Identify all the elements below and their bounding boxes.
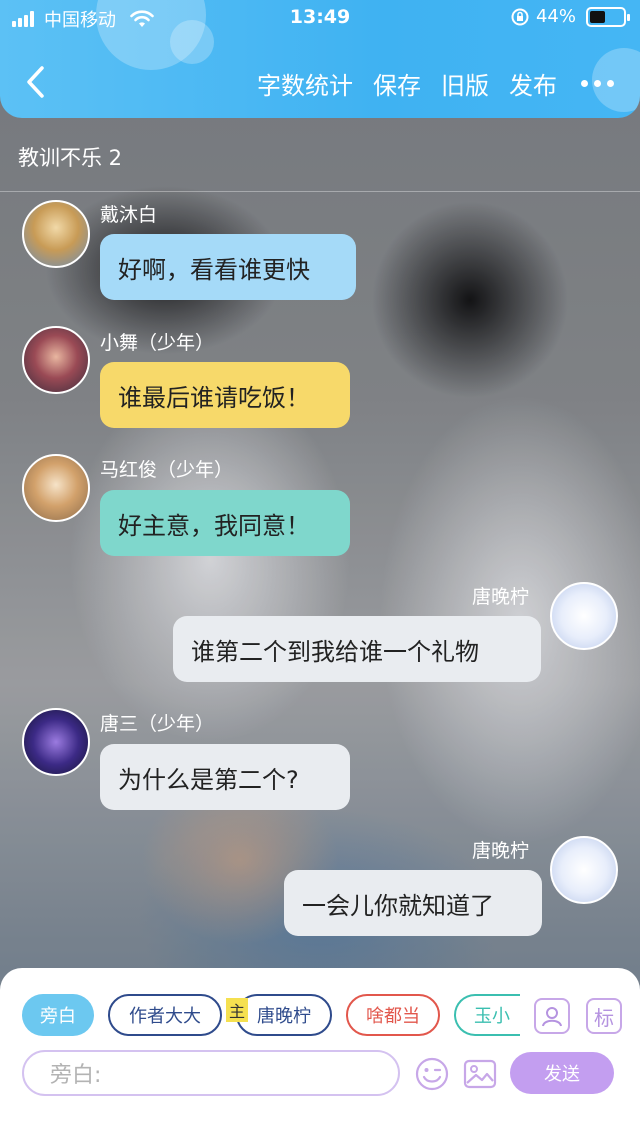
battery-icon [586,6,630,27]
top-bar: 中国移动 13:49 44% 字数统计 保存 旧版 发布 [0,0,640,118]
role-chip-anything[interactable]: 啥都当 [346,994,440,1036]
avatar[interactable] [550,836,618,904]
role-chip-narration[interactable]: 旁白 [22,994,94,1036]
input-placeholder: 旁白: [50,1063,102,1088]
role-chip-yu[interactable]: 玉小 [454,994,520,1036]
speaker-name: 小舞（少年） [100,332,215,354]
character-icon[interactable] [534,998,570,1034]
publish-button[interactable]: 发布 [509,66,557,101]
speaker-name: 马红俊（少年） [100,459,234,481]
emoji-icon[interactable] [414,1056,450,1092]
message-bubble: 为什么是第二个? [100,744,350,810]
mark-button[interactable]: 标 [586,998,622,1034]
message-bubble: 一会儿你就知道了 [284,870,542,936]
speaker-name: 唐晚柠 [472,840,530,862]
speaker-name: 唐三（少年） [100,713,215,735]
message-bubble: 好啊，看看谁更快 [100,234,356,300]
avatar[interactable] [22,326,90,394]
role-chip-author[interactable]: 作者大大 [108,994,222,1036]
send-button[interactable]: 发送 [510,1052,614,1094]
back-icon[interactable] [22,64,50,100]
save-button[interactable]: 保存 [373,66,421,101]
avatar[interactable] [550,582,618,650]
main-role-badge: 主 [226,998,248,1022]
old-version-button[interactable]: 旧版 [441,66,489,101]
orientation-lock-icon [511,8,529,25]
status-bar: 中国移动 13:49 44% [0,0,640,36]
message-bubble: 好主意，我同意！ [100,490,350,556]
more-icon[interactable] [581,80,614,87]
message-input[interactable]: 旁白: [22,1050,400,1096]
message-bubble: 谁第二个到我给谁一个礼物 [173,616,541,682]
role-chip-tang-wanning[interactable]: 唐晚柠 [236,994,332,1036]
divider [0,191,640,192]
word-count-button[interactable]: 字数统计 [257,66,353,101]
nav-bar: 字数统计 保存 旧版 发布 [0,52,640,112]
avatar[interactable] [22,708,90,776]
speaker-name: 戴沐白 [100,204,158,226]
avatar[interactable] [22,454,90,522]
chat-title: 教训不乐 2 [18,146,123,170]
avatar[interactable] [22,200,90,268]
speaker-name: 唐晚柠 [472,586,530,608]
battery-percent: 44% [535,6,576,27]
image-icon[interactable] [462,1056,498,1092]
mark-label: 标 [594,1005,614,1030]
message-bubble: 谁最后谁请吃饭！ [100,362,350,428]
